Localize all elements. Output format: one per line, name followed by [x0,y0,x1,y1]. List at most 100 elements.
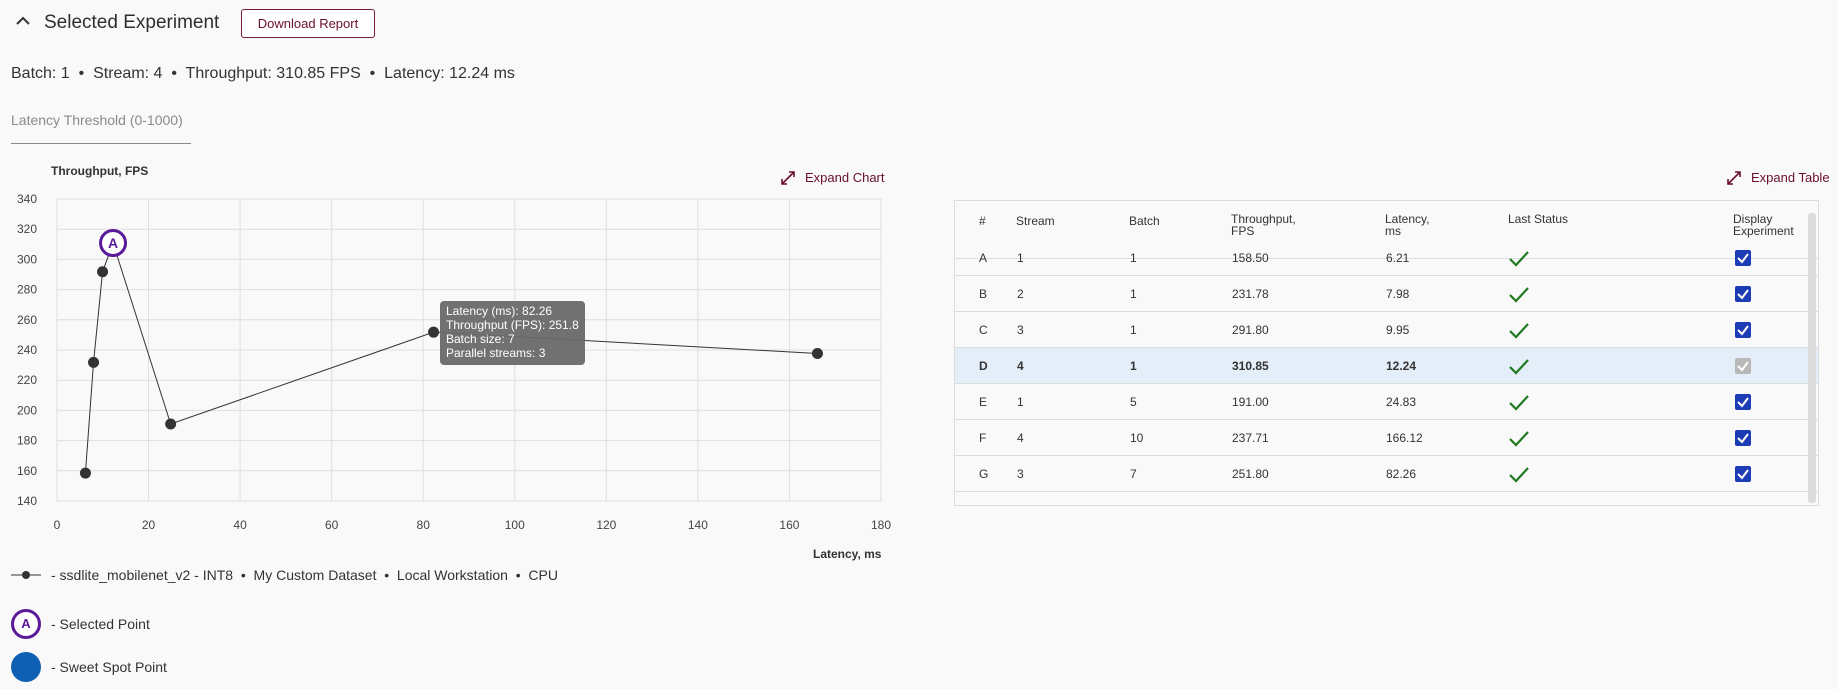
col-last-status[interactable]: Last Status [1508,213,1568,225]
cell-id: B [979,287,988,301]
col-throughput-line2: FPS [1231,224,1255,238]
data-point [165,418,177,430]
cell-id: A [979,251,988,265]
cell-stream: 1 [1017,251,1024,265]
data-point [88,356,100,368]
col-latency[interactable]: Latency, ms [1385,213,1429,237]
x-tick-label: 140 [688,518,708,532]
cell-stream: 4 [1017,359,1024,373]
cell-stream: 2 [1017,287,1024,301]
checkmark-icon [1737,397,1749,408]
cell-throughput: 310.85 [1232,359,1269,373]
cell-throughput: 158.50 [1232,251,1269,265]
x-tick-label: 100 [505,518,525,532]
status-success-check-icon [1509,467,1529,483]
table-scrollbar[interactable] [1808,213,1816,503]
tooltip-batch: Batch size: 7 [446,332,515,346]
checkmark-icon [1737,289,1749,300]
x-tick-label: 0 [54,518,61,532]
expand-table-button[interactable]: Expand Table [1727,170,1830,185]
table-row[interactable]: D 4 1 310.85 12.24 [955,348,1818,384]
display-experiment-checkbox [1735,358,1751,374]
cell-throughput: 251.80 [1232,467,1269,481]
cell-throughput: 237.71 [1232,431,1269,445]
cell-id: C [979,323,988,337]
display-experiment-checkbox[interactable] [1735,430,1751,446]
checkmark-icon [1737,469,1749,480]
status-success-check-icon [1509,251,1529,267]
y-tick-label: 340 [17,192,37,206]
status-success-check-icon [1509,431,1529,447]
cell-id: G [979,467,989,481]
x-tick-label: 60 [325,518,339,532]
col-display-line2: Experiment [1733,224,1794,238]
col-stream[interactable]: Stream [1016,215,1055,227]
table-row[interactable]: C 3 1 291.80 9.95 [955,312,1818,348]
y-tick-label: 260 [17,313,37,327]
cell-latency: 166.12 [1386,431,1423,445]
x-axis-ticks: 0 20 40 60 80 100 120 140 160 180 [54,518,892,532]
status-success-check-icon [1509,359,1529,375]
legend-sweet-label: - Sweet Spot Point [51,659,167,675]
sweet-spot-icon [11,652,41,682]
latency-threshold-input[interactable]: Latency Threshold (0-1000) [11,112,183,128]
download-report-button[interactable]: Download Report [241,9,375,38]
expand-icon [1727,170,1741,185]
selected-point-icon: A [11,609,41,639]
legend-series-label: - ssdlite_mobilenet_v2 - INT8 • My Custo… [51,567,558,583]
y-tick-label: 280 [17,283,37,297]
cell-latency: 6.21 [1386,251,1410,265]
cell-latency: 9.95 [1386,323,1410,337]
table-row[interactable]: F 4 10 237.71 166.12 [955,420,1818,456]
data-point [79,467,91,479]
x-tick-label: 20 [142,518,156,532]
display-experiment-checkbox[interactable] [1735,466,1751,482]
cell-id: F [979,431,987,445]
cell-latency: 24.83 [1386,395,1417,409]
y-tick-label: 320 [17,222,37,236]
legend-selected-label: - Selected Point [51,616,150,632]
cell-batch: 1 [1130,359,1137,373]
cell-stream: 3 [1017,467,1024,481]
status-success-check-icon [1509,287,1529,303]
x-tick-label: 160 [779,518,799,532]
data-point [428,326,440,338]
table-row[interactable]: B 2 1 231.78 7.98 [955,276,1818,312]
cell-batch: 1 [1130,323,1137,337]
cell-throughput: 291.80 [1232,323,1269,337]
x-tick-label: 40 [233,518,247,532]
display-experiment-checkbox[interactable] [1735,394,1751,410]
col-batch[interactable]: Batch [1129,215,1160,227]
y-tick-label: 200 [17,403,37,417]
table-row[interactable]: G 3 7 251.80 82.26 [955,456,1818,492]
experiments-table: # Stream Batch Throughput, FPS Latency, … [954,200,1819,506]
legend-series: - ssdlite_mobilenet_v2 - INT8 • My Custo… [11,567,558,583]
display-experiment-checkbox[interactable] [1735,322,1751,338]
cell-stream: 1 [1017,395,1024,409]
y-tick-label: 180 [17,434,37,448]
checkmark-icon [1737,361,1749,372]
x-tick-label: 180 [871,518,891,532]
y-tick-label: 140 [17,494,37,508]
cell-throughput: 191.00 [1232,395,1269,409]
col-num: # [979,214,986,228]
series-line-icon [11,571,41,579]
col-throughput[interactable]: Throughput, FPS [1231,213,1296,237]
cell-latency: 12.24 [1386,359,1417,373]
x-axis-title: Latency, ms [813,547,882,561]
cell-throughput: 231.78 [1232,287,1269,301]
display-experiment-checkbox[interactable] [1735,250,1751,266]
cell-latency: 7.98 [1386,287,1410,301]
selected-point-label: A [108,235,118,251]
status-success-check-icon [1509,395,1529,411]
x-tick-label: 120 [596,518,616,532]
table-row[interactable]: E 1 5 191.00 24.83 [955,384,1818,420]
collapse-chevron-icon[interactable] [14,12,32,30]
display-experiment-checkbox[interactable] [1735,286,1751,302]
cell-batch: 1 [1130,251,1137,265]
cell-batch: 10 [1130,431,1144,445]
latency-threshold-underline [11,143,191,144]
col-display-experiment: Display Experiment [1733,213,1794,237]
table-row[interactable]: A 1 1 158.50 6.21 [955,240,1818,276]
expand-table-label: Expand Table [1751,170,1830,185]
